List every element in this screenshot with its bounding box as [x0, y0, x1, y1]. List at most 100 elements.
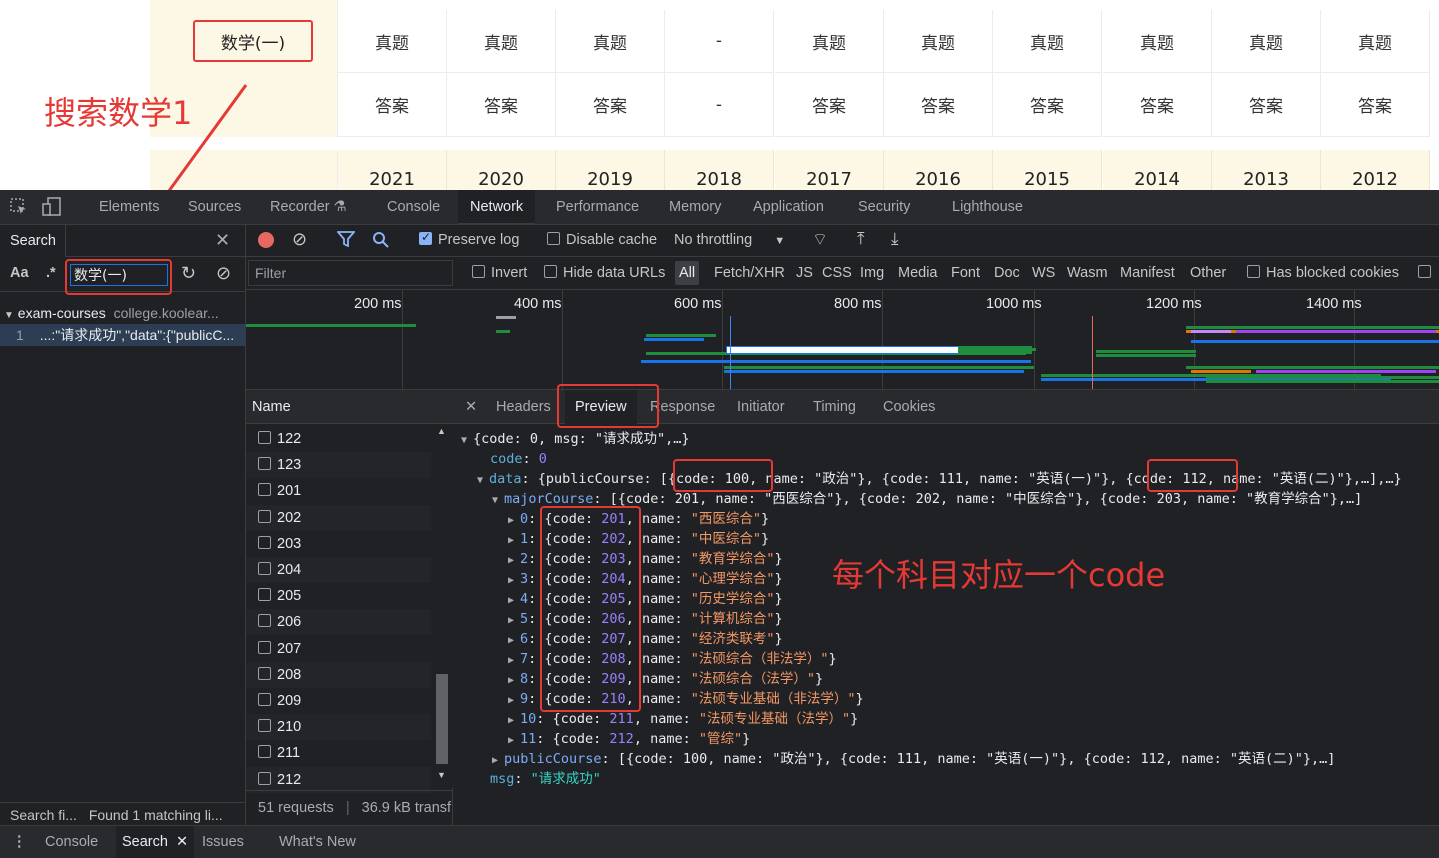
row-checkbox-icon[interactable] — [258, 719, 271, 733]
tab-sources[interactable]: Sources — [188, 190, 241, 225]
regex-toggle[interactable]: .* — [46, 265, 56, 281]
answer-cell[interactable]: 答案 — [1321, 73, 1430, 137]
has-blocked-cookies-checkbox[interactable]: Has blocked cookies — [1247, 265, 1399, 281]
tab-timing[interactable]: Timing — [813, 390, 856, 424]
inspect-element-icon[interactable] — [10, 198, 28, 221]
drawer-tab-issues[interactable]: Issues — [202, 826, 244, 858]
row-checkbox-icon[interactable] — [258, 666, 271, 680]
major-course-item[interactable]: ▶ 8: {code: 209, name: "法硕综合（法学）"} — [508, 669, 823, 689]
answer-cell[interactable]: 答案 — [338, 73, 447, 137]
scroll-thumb[interactable] — [436, 674, 448, 764]
request-row[interactable]: 209 — [246, 688, 431, 714]
major-course-item[interactable]: ▶ 2: {code: 203, name: "教育学综合"} — [508, 549, 783, 569]
refresh-icon[interactable]: ↻ — [181, 263, 196, 284]
row-checkbox-icon[interactable] — [258, 614, 271, 628]
blocked-requests-checkbox[interactable] — [1418, 265, 1437, 281]
scroll-down-icon[interactable]: ▼ — [437, 770, 446, 780]
past-paper-cell[interactable]: 真题 — [1212, 10, 1321, 73]
row-checkbox-icon[interactable] — [258, 745, 271, 759]
request-row[interactable]: 123 — [246, 452, 431, 479]
past-paper-cell[interactable]: 真题 — [884, 10, 993, 73]
export-har-icon[interactable]: ⤓ — [891, 229, 899, 249]
past-paper-cell[interactable]: 真题 — [447, 10, 556, 73]
tab-response[interactable]: Response — [650, 390, 715, 424]
row-checkbox-icon[interactable] — [258, 483, 271, 497]
disable-cache-checkbox[interactable]: Disable cache — [547, 232, 657, 248]
close-detail-icon[interactable]: ✕ — [465, 390, 477, 424]
hide-data-urls-checkbox[interactable]: Hide data URLs — [544, 265, 665, 281]
close-icon[interactable]: ✕ — [176, 834, 188, 850]
row-checkbox-icon[interactable] — [258, 562, 271, 575]
past-paper-cell[interactable]: 真题 — [556, 10, 665, 73]
filter-type-manifest[interactable]: Manifest — [1120, 265, 1175, 281]
request-row[interactable]: 203 — [246, 531, 431, 557]
tab-network[interactable]: Network — [458, 190, 536, 225]
request-row[interactable]: 210 — [246, 714, 431, 741]
answer-cell[interactable]: 答案 — [993, 73, 1102, 137]
major-course-item[interactable]: ▶ 7: {code: 208, name: "法硕综合（非法学）"} — [508, 649, 837, 669]
filter-type-js[interactable]: JS — [796, 265, 813, 281]
row-checkbox-icon[interactable] — [258, 431, 271, 444]
major-course-item[interactable]: ▶ 9: {code: 210, name: "法硕专业基础（非法学）"} — [508, 689, 864, 709]
past-paper-cell[interactable]: 真题 — [1321, 10, 1430, 73]
answer-cell[interactable]: 答案 — [556, 73, 665, 137]
search-input[interactable]: 数学(一) — [70, 264, 168, 286]
major-course-item[interactable]: ▶ 3: {code: 204, name: "心理学综合"} — [508, 569, 783, 589]
name-column-header[interactable]: Name — [246, 390, 453, 424]
tab-memory[interactable]: Memory — [669, 190, 721, 225]
import-har-icon[interactable]: ⤒ — [857, 229, 865, 249]
major-course-item[interactable]: ▶ 5: {code: 206, name: "计算机综合"} — [508, 609, 783, 629]
request-row[interactable]: 208 — [246, 661, 431, 688]
filter-input[interactable]: Filter — [248, 260, 453, 286]
major-course-item[interactable]: ▶ 4: {code: 205, name: "历史学综合"} — [508, 589, 783, 609]
answer-cell[interactable]: 答案 — [447, 73, 556, 137]
request-row[interactable]: 202 — [246, 504, 431, 531]
filter-type-fetch-xhr[interactable]: Fetch/XHR — [714, 265, 785, 281]
answer-cell[interactable]: 答案 — [775, 73, 884, 137]
answer-cell[interactable]: 答案 — [1212, 73, 1321, 137]
json-public-course[interactable]: ▶ publicCourse: [{code: 100, name: "政治"},… — [492, 749, 1335, 769]
drawer-tab-console[interactable]: Console — [45, 826, 98, 858]
tab-lighthouse[interactable]: Lighthouse — [952, 190, 1023, 225]
json-major-course[interactable]: ▼ majorCourse: [{code: 201, name: "西医综合"}… — [492, 489, 1362, 509]
filter-type-all[interactable]: All — [675, 261, 700, 285]
clear-log-icon[interactable]: ⊘ — [292, 229, 307, 250]
drawer-menu-icon[interactable]: ⋮ — [12, 826, 27, 858]
throttling-select[interactable]: No throttling ▼ — [674, 232, 785, 248]
close-icon[interactable]: ✕ — [215, 230, 230, 251]
filter-type-other[interactable]: Other — [1190, 265, 1226, 281]
tab-security[interactable]: Security — [858, 190, 910, 225]
tab-cookies[interactable]: Cookies — [883, 390, 935, 424]
answer-cell[interactable]: 答案 — [1103, 73, 1212, 137]
request-row[interactable]: 205 — [246, 583, 431, 609]
tab-application[interactable]: Application — [753, 190, 824, 225]
tab-performance[interactable]: Performance — [556, 190, 639, 225]
row-checkbox-icon[interactable] — [258, 771, 271, 785]
past-paper-cell[interactable]: 真题 — [1103, 10, 1212, 73]
filter-type-media[interactable]: Media — [898, 265, 938, 281]
row-checkbox-icon[interactable] — [258, 588, 271, 602]
request-row[interactable]: 212 — [246, 766, 431, 793]
major-course-item[interactable]: ▶ 0: {code: 201, name: "西医综合"} — [508, 509, 769, 529]
major-course-item[interactable]: ▶ 6: {code: 207, name: "经济类联考"} — [508, 629, 783, 649]
row-checkbox-icon[interactable] — [258, 693, 271, 706]
filter-type-font[interactable]: Font — [951, 265, 980, 281]
past-paper-cell[interactable]: 真题 — [775, 10, 884, 73]
json-root[interactable]: ▼ {code: 0, msg: "请求成功",…} — [461, 429, 690, 449]
preserve-log-checkbox[interactable]: Preserve log — [419, 230, 519, 248]
json-data[interactable]: ▼ data: {publicCourse: [{code: 100, name:… — [477, 469, 1402, 489]
request-row[interactable]: 201 — [246, 478, 431, 504]
network-conditions-icon[interactable]: ⌔ — [812, 229, 828, 250]
filter-type-css[interactable]: CSS — [822, 265, 852, 281]
filter-type-doc[interactable]: Doc — [994, 265, 1020, 281]
search-result-line[interactable]: 1 ...:"请求成功","data":{"publicC... — [0, 324, 246, 346]
past-paper-cell[interactable]: 真题 — [338, 10, 447, 73]
request-row[interactable]: 206 — [246, 609, 431, 636]
tab-recorder[interactable]: Recorder ⚗ — [270, 190, 347, 225]
search-icon[interactable] — [372, 231, 390, 253]
device-toolbar-icon[interactable] — [42, 197, 62, 222]
major-course-item[interactable]: ▶ 11: {code: 212, name: "管综"} — [508, 729, 750, 749]
filter-type-img[interactable]: Img — [860, 265, 884, 281]
request-row[interactable]: 207 — [246, 636, 431, 662]
tab-elements[interactable]: Elements — [99, 190, 159, 225]
